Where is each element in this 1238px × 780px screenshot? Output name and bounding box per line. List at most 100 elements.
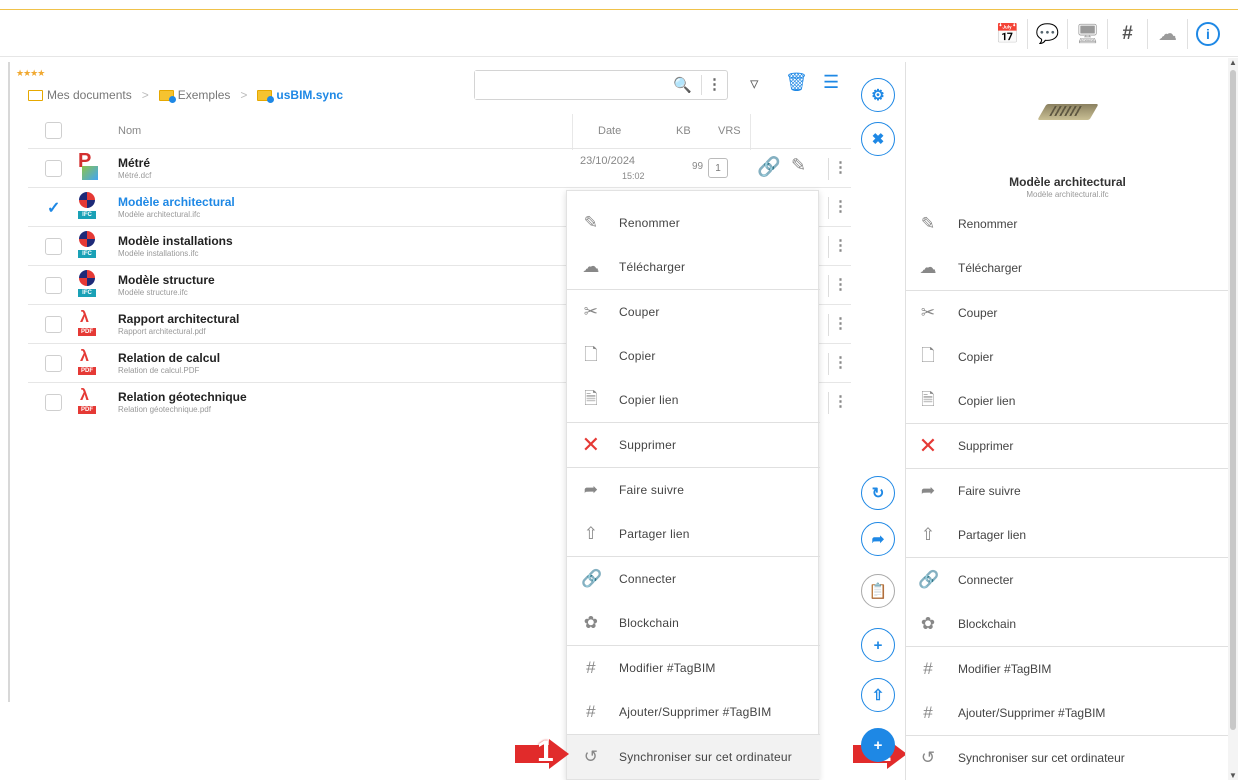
- action-renommer[interactable]: ✎ Renommer: [906, 202, 1229, 246]
- action-supprimer[interactable]: ✕ Supprimer: [906, 424, 1229, 468]
- action-label: Renommer: [958, 217, 1018, 231]
- edit-icon[interactable]: ✎: [791, 155, 806, 176]
- more-options-icon[interactable]: ⋮: [828, 236, 848, 258]
- breadcrumb-separator: >: [240, 88, 248, 102]
- more-options-icon[interactable]: ⋮: [828, 197, 848, 219]
- hash-edit-icon: #: [586, 658, 596, 677]
- search-box: 🔍 ⋮: [474, 70, 728, 100]
- delete-x-icon: ✕: [918, 433, 938, 458]
- breadcrumb-item-current[interactable]: usBIM.sync: [276, 88, 343, 102]
- menu-item-ajouter-supprimer-tagbim[interactable]: # Ajouter/Supprimer #TagBIM: [567, 690, 820, 734]
- action-label: Faire suivre: [958, 484, 1021, 498]
- row-checkbox[interactable]: [45, 277, 62, 294]
- scroll-up-icon[interactable]: ▲: [1229, 58, 1237, 67]
- version-badge[interactable]: 1: [708, 158, 728, 178]
- chat-icon[interactable]: 💬: [1028, 19, 1068, 49]
- menu-item-partager-lien[interactable]: ⇧ Partager lien: [567, 512, 820, 556]
- breadcrumb-item-mes-documents[interactable]: Mes documents: [47, 88, 132, 102]
- breadcrumb-separator: >: [141, 88, 149, 102]
- row-checkbox[interactable]: [45, 316, 62, 333]
- presentation-icon[interactable]: 🖥: [1068, 19, 1108, 49]
- file-date: 23/10/2024: [580, 155, 636, 167]
- menu-item-blockchain[interactable]: ✿ Blockchain: [567, 601, 820, 645]
- ifc-file-icon: IFC: [78, 231, 96, 258]
- file-name[interactable]: Modèle structure: [118, 273, 215, 287]
- file-name[interactable]: Modèle architectural: [118, 195, 235, 209]
- row-checkbox[interactable]: [45, 238, 62, 255]
- action-copier[interactable]: 🗋 Copier: [906, 335, 1229, 379]
- tools-settings-icon[interactable]: ✖: [861, 122, 895, 156]
- file-name[interactable]: Rapport architectural: [118, 312, 239, 326]
- checkmark-icon[interactable]: ✓: [47, 198, 60, 218]
- hashtag-icon[interactable]: #: [1108, 19, 1148, 49]
- share-user-icon[interactable]: ➦: [861, 522, 895, 556]
- menu-item-telecharger[interactable]: ☁ Télécharger: [567, 245, 820, 289]
- select-all-checkbox[interactable]: [45, 122, 62, 139]
- search-options-icon[interactable]: ⋮: [701, 75, 722, 95]
- action-partager-lien[interactable]: ⇧ Partager lien: [906, 513, 1229, 557]
- search-input[interactable]: [475, 71, 665, 99]
- file-name[interactable]: Relation de calcul: [118, 351, 220, 365]
- rating-stars: ★★★★: [16, 68, 45, 78]
- menu-item-synchroniser[interactable]: ↺ Synchroniser sur cet ordinateur: [567, 735, 820, 779]
- action-couper[interactable]: ✂ Couper: [906, 291, 1229, 335]
- menu-item-copier-lien[interactable]: 🗎 Copier lien: [567, 378, 820, 422]
- menu-item-modifier-tagbim[interactable]: # Modifier #TagBIM: [567, 646, 820, 690]
- folder-outline-icon: [28, 89, 43, 101]
- clipboard-icon[interactable]: 📋: [861, 574, 895, 608]
- action-ajouter-supprimer-tagbim[interactable]: # Ajouter/Supprimer #TagBIM: [906, 691, 1229, 735]
- more-options-icon[interactable]: ⋮: [828, 158, 848, 180]
- search-icon[interactable]: 🔍: [673, 76, 692, 94]
- user-settings-icon[interactable]: ⚙: [861, 78, 895, 112]
- menu-item-connecter[interactable]: 🔗 Connecter: [567, 557, 820, 601]
- menu-item-renommer[interactable]: ✎ Renommer: [567, 201, 820, 245]
- cloud-eye-icon[interactable]: ☁: [1148, 19, 1188, 49]
- action-connecter[interactable]: 🔗 Connecter: [906, 558, 1229, 602]
- table-row[interactable]: P Métré Métré.dcf 23/10/2024 15:02 99 1 …: [28, 148, 851, 187]
- new-folder-icon[interactable]: +: [861, 628, 895, 662]
- file-name[interactable]: Relation géotechnique: [118, 390, 247, 404]
- info-icon[interactable]: i: [1188, 19, 1228, 49]
- copy-link-icon: 🗎: [584, 388, 598, 408]
- menu-item-label: Copier: [619, 349, 656, 363]
- menu-item-couper[interactable]: ✂ Couper: [567, 290, 820, 334]
- action-copier-lien[interactable]: 🗎 Copier lien: [906, 379, 1229, 423]
- more-options-icon[interactable]: ⋮: [828, 314, 848, 336]
- action-modifier-tagbim[interactable]: # Modifier #TagBIM: [906, 647, 1229, 691]
- scroll-down-icon[interactable]: ▼: [1229, 771, 1237, 780]
- action-label: Télécharger: [958, 261, 1023, 275]
- menu-item-label: Télécharger: [619, 260, 686, 274]
- more-options-icon[interactable]: ⋮: [828, 353, 848, 375]
- more-options-icon[interactable]: ⋮: [828, 392, 848, 414]
- filter-icon[interactable]: ▿: [750, 74, 759, 94]
- action-blockchain[interactable]: ✿ Blockchain: [906, 602, 1229, 646]
- menu-item-faire-suivre[interactable]: ➦ Faire suivre: [567, 468, 820, 512]
- header-vrs[interactable]: VRS: [718, 125, 741, 137]
- cloud-upload-icon[interactable]: ⇧: [861, 678, 895, 712]
- action-synchroniser[interactable]: ↺ Synchroniser sur cet ordinateur: [906, 736, 1229, 780]
- header-name[interactable]: Nom: [118, 125, 141, 137]
- action-telecharger[interactable]: ☁ Télécharger: [906, 246, 1229, 290]
- link-icon[interactable]: 🔗: [757, 155, 781, 179]
- new-document-icon[interactable]: +: [861, 728, 895, 762]
- row-checkbox[interactable]: [45, 355, 62, 372]
- trash-icon[interactable]: 🗑: [785, 72, 808, 93]
- scrollbar[interactable]: ▲ ▼: [1228, 58, 1238, 780]
- more-options-icon[interactable]: ⋮: [828, 275, 848, 297]
- row-checkbox[interactable]: [45, 160, 62, 177]
- menu-item-supprimer[interactable]: ✕ Supprimer: [567, 423, 820, 467]
- calendar-settings-icon[interactable]: 📅: [988, 19, 1028, 49]
- file-name[interactable]: Modèle installations: [118, 234, 233, 248]
- file-name[interactable]: Métré: [118, 156, 150, 170]
- scrollbar-thumb[interactable]: [1230, 70, 1236, 730]
- hash-edit-icon: #: [923, 659, 933, 678]
- list-view-icon[interactable]: ☰: [823, 72, 839, 93]
- header-date[interactable]: Date: [598, 125, 621, 137]
- action-faire-suivre[interactable]: ➦ Faire suivre: [906, 469, 1229, 513]
- cloud-sync-icon[interactable]: ↻: [861, 476, 895, 510]
- header-kb[interactable]: KB: [676, 125, 691, 137]
- breadcrumb-item-exemples[interactable]: Exemples: [178, 88, 231, 102]
- menu-item-copier[interactable]: 🗋 Copier: [567, 334, 820, 378]
- row-checkbox[interactable]: [45, 394, 62, 411]
- menu-item-label: Copier lien: [619, 393, 679, 407]
